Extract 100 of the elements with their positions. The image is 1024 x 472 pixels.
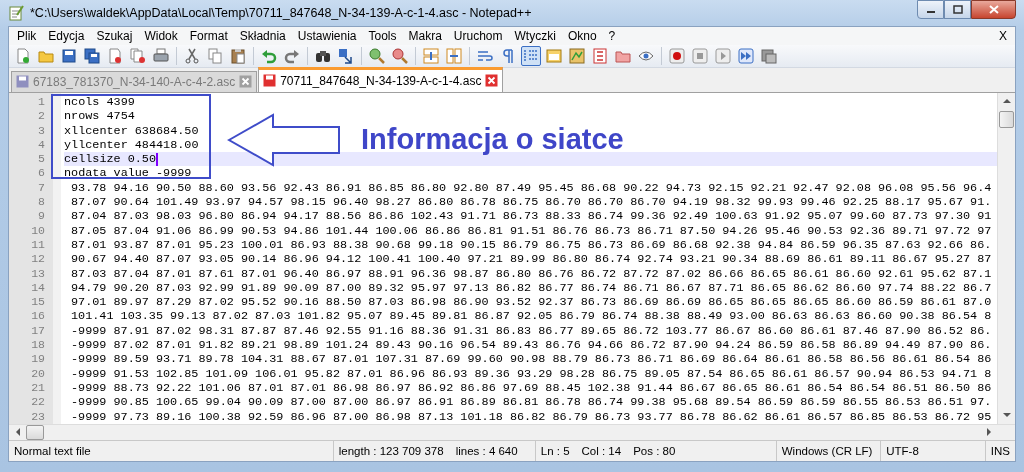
close-button[interactable] <box>971 0 1016 19</box>
line-number: 20 <box>30 366 46 381</box>
menu-item[interactable]: Uruchom <box>447 28 509 43</box>
menu-item[interactable]: Okno <box>561 28 603 43</box>
code-line: -9999 91.53 102.85 101.09 106.01 95.82 87.01 86.96 86.93 89.36 93.29 98.28 86.75 89.05 87.54 86.65 86.61 86.57 90.94 86.53 94.71 8 <box>70 366 992 381</box>
code-line: 87.07 90.64 101.49 93.97 94.57 98.15 96.40 98.27 86.80 86.78 86.75 86.70 86.70 86.70 94.19 98.32 99.93 99.46 92.25 88.17 95.67 91. <box>70 195 992 210</box>
line-number: 4 <box>37 137 46 153</box>
map-icon[interactable] <box>567 45 587 66</box>
scrollbar-thumb[interactable] <box>26 424 44 440</box>
line-number: 6 <box>37 166 46 181</box>
close-icon[interactable] <box>239 75 253 89</box>
minimize-button[interactable] <box>917 0 944 19</box>
code-line: 93.78 94.16 90.50 88.60 93.56 92.43 86.91 86.85 86.80 92.80 87.49 95.45 86.68 90.22 94.73 92.15 92.21 92.47 92.08 96.08 95.56 96.4 <box>70 180 992 196</box>
scrollbar-thumb[interactable] <box>999 110 1014 128</box>
menu-item[interactable]: Szukaj <box>90 28 139 43</box>
scroll-right-icon[interactable] <box>984 428 993 437</box>
sync-vertical-icon[interactable] <box>421 45 441 66</box>
status-text: Windows (CR LF) <box>781 444 873 457</box>
maximize-button[interactable] <box>944 0 971 19</box>
close-icon[interactable] <box>485 74 499 88</box>
line-number: 22 <box>30 395 46 410</box>
menu-item[interactable]: Widok <box>138 28 184 43</box>
code-line: -9999 87.02 87.01 91.82 89.21 98.89 101.24 89.43 90.16 96.54 89.43 86.76 94.66 86.72 87.90 94.24 86.59 86.58 86.89 94.49 87.90 86. <box>70 338 992 353</box>
menu-item[interactable]: Edycja <box>42 28 91 43</box>
zoom-in-icon[interactable] <box>367 45 387 66</box>
zoom-out-icon[interactable] <box>390 45 410 66</box>
menu-item[interactable]: Makra <box>402 28 448 43</box>
menu-item[interactable]: Format <box>183 28 234 43</box>
status-text: Ln : 5 <box>540 444 570 457</box>
fast-forward-icon[interactable] <box>736 45 756 66</box>
line-number: 10 <box>30 223 46 238</box>
close-document-button[interactable]: X <box>993 28 1013 43</box>
line-number: 8 <box>37 195 46 210</box>
code-line: -9999 89.59 93.71 89.78 104.31 88.67 87.01 107.31 87.69 99.60 90.98 88.79 86.73 86.71 86.69 86.64 86.61 86.58 86.56 86.61 86.54 86 <box>70 352 992 367</box>
code-line: -9999 97.73 89.16 100.38 92.59 86.96 87.00 86.98 87.13 101.18 86.82 86.79 86.73 93.77 86.78 86.62 86.61 86.57 86.85 86.53 86.72 95 <box>70 409 992 424</box>
status-text: INS <box>990 444 1010 457</box>
maximize-icon <box>952 5 963 14</box>
code-line: cellsize 0.50 <box>64 152 157 167</box>
code-line: 87.03 87.04 87.01 87.61 87.01 96.40 86.97 88.91 96.36 98.87 86.80 86.76 86.72 87.72 87.02 86.66 86.65 86.61 86.60 92.61 95.62 87.1 <box>70 266 992 281</box>
status-text: length : 123 709 378 <box>338 444 444 457</box>
code-line: yllcenter 484418.00 <box>64 137 199 153</box>
function-list-icon[interactable] <box>590 45 610 66</box>
scroll-down-icon[interactable] <box>1002 411 1011 420</box>
code-line: 90.67 94.40 87.07 93.05 90.14 86.96 94.12 100.41 100.40 97.21 89.99 86.80 86.74 92.74 93.21 90.34 88.69 86.61 89.11 86.67 95.27 87 <box>70 252 992 267</box>
line-number: 16 <box>30 309 46 324</box>
copy-icon[interactable] <box>205 45 225 66</box>
code-line: 101.41 103.35 99.13 87.02 87.03 101.82 95.07 89.45 89.81 86.87 92.05 86.79 86.74 88.38 88.49 93.00 86.63 86.63 86.60 90.38 86.54 8 <box>70 309 992 324</box>
line-number: 2 <box>37 109 46 124</box>
line-number: 14 <box>30 280 46 296</box>
code-line: ncols 4399 <box>64 94 135 110</box>
indent-guide-icon[interactable] <box>521 45 541 66</box>
line-number: 1 <box>37 94 46 110</box>
status-text: lines : 4 640 <box>455 444 518 457</box>
code-line: 87.04 87.03 98.03 96.80 86.94 94.17 88.56 86.86 102.43 91.71 86.73 88.33 86.74 99.36 92.49 100.63 91.92 95.07 99.60 87.73 97.30 91 <box>70 209 992 224</box>
menu-item[interactable]: Ustawienia <box>291 28 363 43</box>
file-tab[interactable]: 70711_847648_N-34-139-A-c-1-4.asc <box>258 66 504 92</box>
sync-horizontal-icon[interactable] <box>444 45 464 66</box>
line-number: 23 <box>30 409 46 424</box>
tab-label: 67183_781370_N-34-140-A-c-4-2.asc <box>33 74 236 89</box>
line-number: 5 <box>37 152 46 167</box>
code-line: -9999 90.85 100.65 99.04 90.09 87.00 87.00 86.97 86.91 86.89 86.81 86.78 86.74 99.38 95.68 89.54 86.59 86.59 86.55 86.53 86.51 97. <box>70 395 992 410</box>
text-cursor <box>156 152 159 166</box>
record-icon[interactable] <box>667 45 687 66</box>
line-number: 13 <box>30 266 46 281</box>
line-number: 19 <box>30 352 46 367</box>
menu-item[interactable]: Plik <box>11 28 43 43</box>
code-line: 94.79 90.20 87.03 92.99 91.89 90.09 87.00 89.32 95.97 97.13 86.82 86.77 86.74 86.71 86.67 87.71 86.65 86.62 86.60 97.74 88.22 86.7 <box>70 280 992 296</box>
line-number: 12 <box>30 252 46 267</box>
line-number: 17 <box>30 323 46 338</box>
line-number: 7 <box>37 180 46 196</box>
pages-x-icon[interactable] <box>128 45 148 66</box>
floppies-icon[interactable] <box>82 45 102 66</box>
code-line: -9999 87.91 87.02 98.31 87.87 87.46 92.55 91.16 88.36 91.31 86.83 86.77 89.65 86.72 103.77 86.67 86.60 86.61 87.46 87.90 86.52 86. <box>70 323 992 338</box>
line-number: 15 <box>30 295 46 310</box>
close-icon <box>988 5 999 14</box>
scroll-up-icon[interactable] <box>1002 97 1011 106</box>
code-line: 97.01 89.97 87.29 87.02 95.52 90.16 88.50 87.03 86.98 86.90 93.52 92.37 86.73 86.69 86.69 86.65 86.65 86.65 86.60 86.59 86.61 87.0 <box>70 295 992 310</box>
stop-icon[interactable] <box>690 45 710 66</box>
code-line: nrows 4754 <box>64 109 135 124</box>
status-text: UTF-8 <box>886 444 919 457</box>
notepad-icon <box>8 5 24 21</box>
code-line: nodata value -9999 <box>64 166 192 181</box>
status-text: Col : 14 <box>581 444 622 457</box>
menu-item[interactable]: Składnia <box>233 28 292 43</box>
play-icon[interactable] <box>713 45 733 66</box>
status-text: Pos : 80 <box>633 444 676 457</box>
code-line: -9999 88.73 92.22 101.06 87.01 87.01 86.98 86.97 86.92 86.86 97.69 88.45 102.38 91.44 86.67 86.65 86.61 86.54 86.54 86.51 86.50 86 <box>70 380 992 396</box>
menu-item[interactable]: Wtyczki <box>508 28 562 43</box>
tab-label: 70711_847648_N-34-139-A-c-1-4.asc <box>280 73 482 88</box>
line-number: 9 <box>37 209 46 224</box>
line-number: 18 <box>30 338 46 353</box>
window-title: *C:\Users\waldek\AppData\Local\Temp\70711_847648_N-34-139-A-c-1-4.asc - Notepad++ <box>30 6 533 20</box>
menu-item[interactable]: Tools <box>362 28 403 43</box>
code-line: 87.05 87.04 91.06 86.99 90.53 94.86 101.44 100.06 86.86 86.81 91.51 86.76 86.73 86.71 87.50 94.26 95.46 90.53 92.36 89.71 97.72 97 <box>70 223 992 238</box>
code-line: xllcenter 638684.50 <box>64 123 199 138</box>
menu-item[interactable]: ? <box>602 28 622 43</box>
status-text: Normal text file <box>14 444 91 457</box>
code-line: 87.01 93.87 87.01 95.23 100.01 86.93 88.38 90.68 99.18 90.15 86.79 86.75 86.73 86.69 86.68 92.38 94.84 86.59 96.35 87.63 92.66 86. <box>70 237 992 253</box>
line-number: 3 <box>37 123 46 138</box>
annotation-text: Informacja o siatce <box>361 122 624 156</box>
